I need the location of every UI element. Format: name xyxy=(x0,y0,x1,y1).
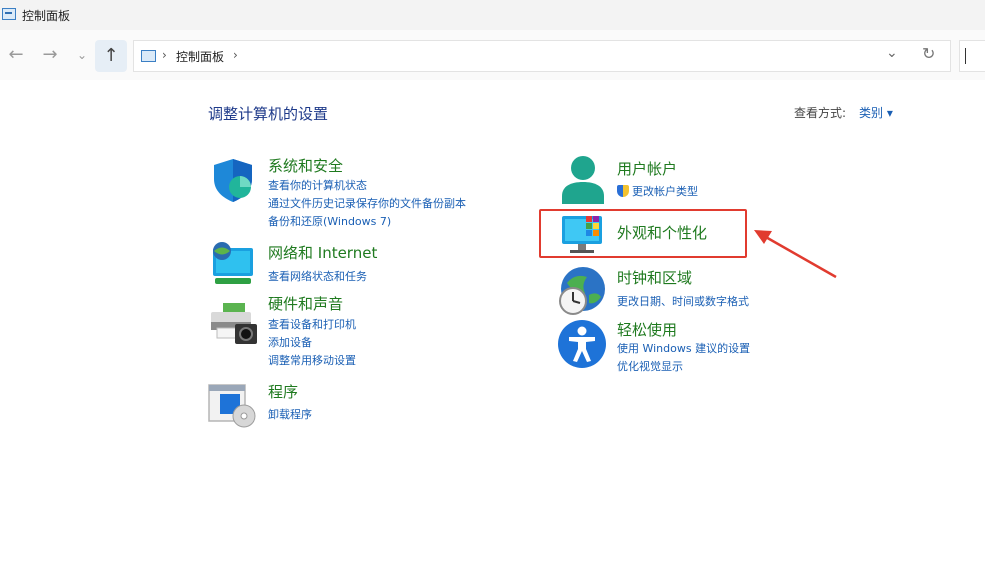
link-recommended-settings[interactable]: 使用 Windows 建议的设置 xyxy=(617,340,750,356)
highlight-box xyxy=(539,209,747,258)
title-bar: 控制面板 xyxy=(0,0,985,30)
category-user-accounts[interactable]: 用户帐户 xyxy=(617,158,677,179)
category-clock-region[interactable]: 时钟和区域 xyxy=(617,267,692,288)
control-panel-icon xyxy=(2,8,16,20)
breadcrumb-separator[interactable]: › xyxy=(233,48,238,62)
link-uninstall-program[interactable]: 卸载程序 xyxy=(268,406,312,422)
link-add-device[interactable]: 添加设备 xyxy=(268,334,312,350)
link-network-status[interactable]: 查看网络状态和任务 xyxy=(268,268,367,284)
control-panel-icon xyxy=(141,50,156,62)
link-change-date-time-format[interactable]: 更改日期、时间或数字格式 xyxy=(617,293,749,309)
recent-locations-button[interactable]: ⌄ xyxy=(68,40,96,70)
link-optimize-visual-display[interactable]: 优化视觉显示 xyxy=(617,358,683,374)
programs-icon[interactable] xyxy=(208,384,258,432)
clock-region-icon[interactable] xyxy=(557,265,607,321)
link-change-account-type-label: 更改帐户类型 xyxy=(632,185,698,198)
arrow-right-icon: → xyxy=(42,44,58,65)
page-title: 调整计算机的设置 xyxy=(208,105,329,123)
breadcrumb-separator: › xyxy=(162,48,167,62)
link-check-computer-status[interactable]: 查看你的计算机状态 xyxy=(268,177,367,193)
link-mobility-settings[interactable]: 调整常用移动设置 xyxy=(268,352,356,368)
refresh-button[interactable]: ↻ xyxy=(922,44,935,63)
shield-icon[interactable] xyxy=(210,157,256,207)
window-title: 控制面板 xyxy=(22,9,71,23)
category-hardware-sound[interactable]: 硬件和声音 xyxy=(268,293,343,314)
network-icon[interactable] xyxy=(209,240,257,292)
user-accounts-icon[interactable] xyxy=(559,154,607,210)
breadcrumb-control-panel[interactable]: 控制面板 xyxy=(176,48,224,65)
up-button[interactable]: ↑ xyxy=(95,40,127,72)
address-dropdown-button[interactable]: ⌄ xyxy=(886,45,898,61)
chevron-down-icon: ⌄ xyxy=(76,48,88,62)
refresh-icon: ↻ xyxy=(922,44,936,63)
arrow-left-icon: ← xyxy=(8,44,24,65)
category-ease-of-access[interactable]: 轻松使用 xyxy=(617,319,677,340)
uac-shield-icon xyxy=(617,185,629,197)
back-button[interactable]: ← xyxy=(2,40,30,70)
view-by-dropdown[interactable]: 类别 ▾ xyxy=(859,104,893,121)
forward-button[interactable]: → xyxy=(36,40,64,70)
search-input[interactable] xyxy=(959,40,985,72)
chevron-down-icon: ⌄ xyxy=(886,45,898,61)
accessibility-icon[interactable] xyxy=(557,319,607,373)
link-backup-restore[interactable]: 备份和还原(Windows 7) xyxy=(268,213,391,229)
category-system-security[interactable]: 系统和安全 xyxy=(268,155,343,176)
printer-icon[interactable] xyxy=(209,302,259,350)
arrow-up-icon: ↑ xyxy=(103,45,119,66)
link-change-account-type[interactable]: 更改帐户类型 xyxy=(617,183,698,199)
annotation-arrow-icon xyxy=(754,230,837,279)
link-devices-printers[interactable]: 查看设备和打印机 xyxy=(268,316,356,332)
category-network-internet[interactable]: 网络和 Internet xyxy=(268,242,377,263)
view-by-label: 查看方式: xyxy=(794,106,847,120)
category-programs[interactable]: 程序 xyxy=(268,381,298,402)
address-bar[interactable]: › 控制面板 › ⌄ ↻ xyxy=(133,40,951,72)
link-file-history[interactable]: 通过文件历史记录保存你的文件备份副本 xyxy=(268,195,466,211)
